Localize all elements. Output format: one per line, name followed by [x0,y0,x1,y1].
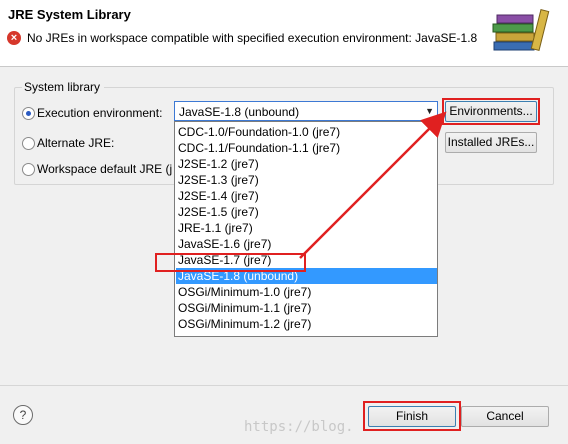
chevron-down-icon[interactable]: ▼ [425,106,434,116]
environment-dropdown-list[interactable]: CDC-1.0/Foundation-1.0 (jre7) CDC-1.1/Fo… [174,121,438,337]
footer-separator [0,385,568,386]
help-icon[interactable]: ? [13,405,33,425]
dropdown-option[interactable]: JRE-1.1 (jre7) [176,220,437,236]
group-label: System library [22,80,105,94]
dropdown-option[interactable]: J2SE-1.5 (jre7) [176,204,437,220]
execution-environment-radio[interactable] [22,107,35,120]
alternate-jre-label[interactable]: Alternate JRE: [37,136,114,150]
workspace-default-jre-label[interactable]: Workspace default JRE (j [37,162,172,176]
dropdown-option[interactable]: OSGi/Minimum-1.2 (jre7) [176,316,437,332]
dropdown-option[interactable]: J2SE-1.3 (jre7) [176,172,437,188]
dropdown-option[interactable]: CDC-1.0/Foundation-1.0 (jre7) [176,124,437,140]
dropdown-option[interactable]: JavaSE-1.6 (jre7) [176,236,437,252]
dropdown-option[interactable]: CDC-1.1/Foundation-1.1 (jre7) [176,140,437,156]
dialog-title: JRE System Library [8,7,131,22]
annotation-box-environments [442,98,540,125]
execution-environment-label[interactable]: Execution environment: [37,106,162,120]
cancel-button[interactable]: Cancel [461,406,549,427]
watermark: https://blog. [244,419,354,435]
installed-jres-button[interactable]: Installed JREs... [445,132,537,153]
workspace-default-jre-radio[interactable] [22,163,35,176]
dropdown-option[interactable]: OSGi/Minimum-1.0 (jre7) [176,284,437,300]
annotation-box-javase17 [155,253,306,272]
annotation-box-finish [363,401,461,431]
execution-environment-combo[interactable]: JavaSE-1.8 (unbound) ▼ [174,101,438,121]
combo-value: JavaSE-1.8 (unbound) [179,105,300,119]
dropdown-option[interactable]: J2SE-1.2 (jre7) [176,156,437,172]
error-icon: × [7,31,21,45]
dropdown-option[interactable]: J2SE-1.4 (jre7) [176,188,437,204]
alternate-jre-radio[interactable] [22,137,35,150]
dropdown-option[interactable]: OSGi/Minimum-1.1 (jre7) [176,300,437,316]
error-message: No JREs in workspace compatible with spe… [27,31,478,45]
library-books-icon [492,9,550,51]
